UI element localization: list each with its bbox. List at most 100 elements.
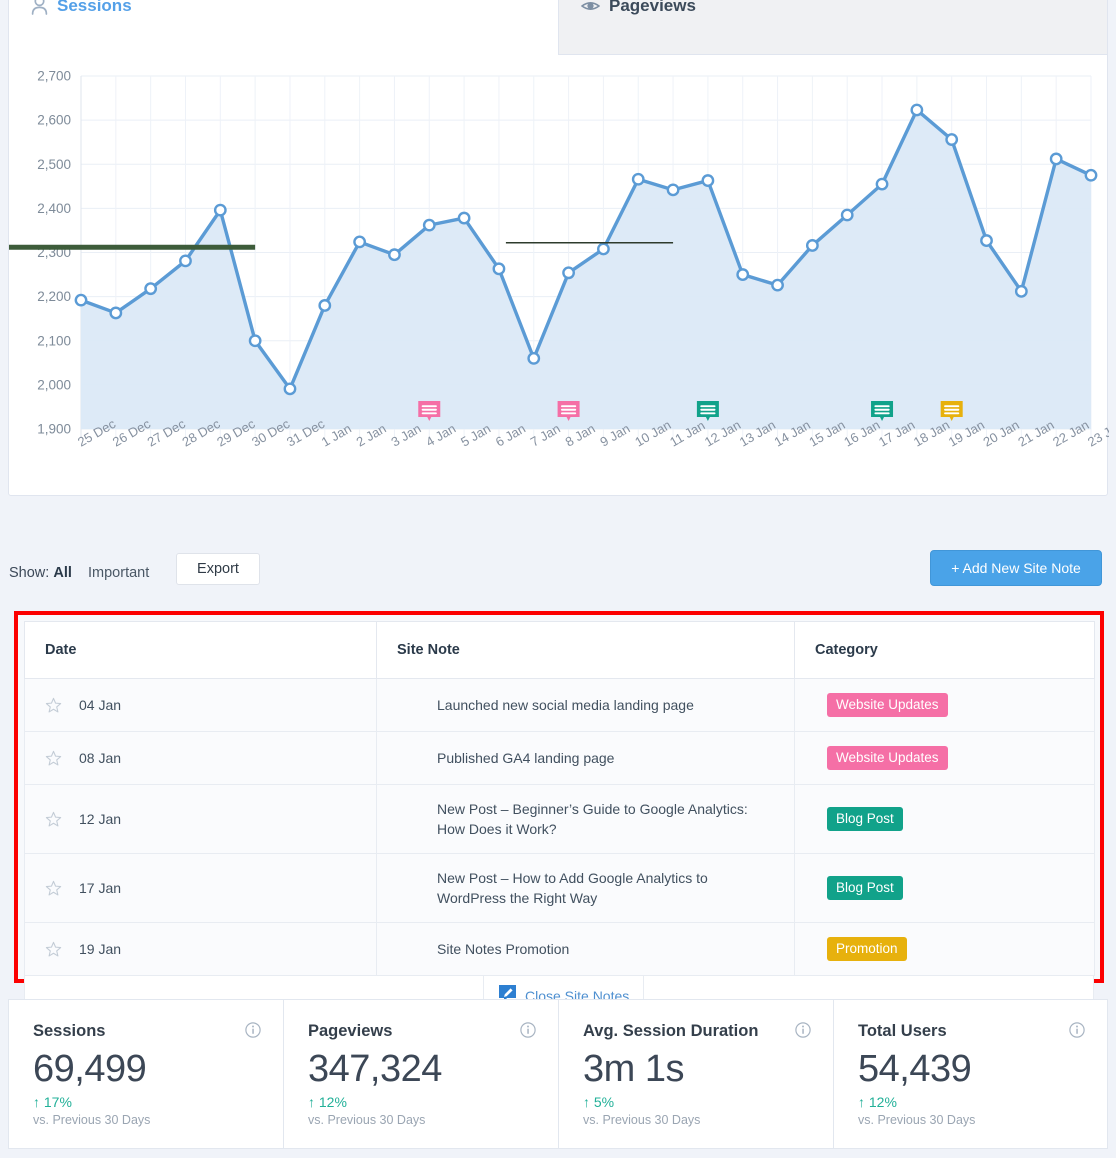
chart-data-point[interactable] — [842, 210, 852, 220]
cell-date: 04 Jan — [25, 679, 377, 732]
y-axis-tick: 2,000 — [37, 377, 71, 392]
site-notes-highlight-box: Date Site Note Category 04 JanLaunched n… — [14, 611, 1104, 983]
stat-delta: ↑ 5% — [583, 1094, 811, 1110]
chart-data-point[interactable] — [145, 283, 155, 293]
chart-data-point[interactable] — [111, 308, 121, 318]
stat-delta-value: 17% — [44, 1094, 72, 1110]
cell-category: Blog Post — [795, 854, 1095, 923]
y-axis-tick: 2,500 — [37, 157, 71, 172]
cell-site-note: New Post – Beginner’s Guide to Google An… — [377, 785, 795, 854]
cell-site-note: Published GA4 landing page — [377, 732, 795, 785]
show-filter-label: Show: All — [9, 565, 72, 581]
star-icon[interactable] — [45, 750, 62, 767]
chart-data-point[interactable] — [1051, 154, 1061, 164]
chart-data-point[interactable] — [285, 384, 295, 394]
stat-value: 347,324 — [308, 1047, 536, 1091]
chart-data-point[interactable] — [320, 300, 330, 310]
chart-svg: 1,9002,0002,1002,2002,3002,4002,5002,600… — [9, 56, 1109, 496]
chart-data-point[interactable] — [772, 280, 782, 290]
chart-data-point[interactable] — [180, 256, 190, 266]
show-all-option[interactable]: All — [53, 565, 72, 581]
chart-data-point[interactable] — [668, 185, 678, 195]
table-row[interactable]: 19 JanSite Notes PromotionPromotion — [25, 923, 1095, 976]
tab-pageviews-label: Pageviews — [609, 0, 696, 16]
info-icon[interactable] — [245, 1022, 261, 1043]
cell-site-note: New Post – How to Add Google Analytics t… — [377, 854, 795, 923]
chart-data-point[interactable] — [563, 268, 573, 278]
stat-delta-value: 12% — [869, 1094, 897, 1110]
chart-data-point[interactable] — [389, 250, 399, 260]
star-icon[interactable] — [45, 697, 62, 714]
chart-data-point[interactable] — [1016, 286, 1026, 296]
chart-data-point[interactable] — [946, 134, 956, 144]
stat-delta-value: 12% — [319, 1094, 347, 1110]
chart-data-point[interactable] — [738, 269, 748, 279]
arrow-up-icon: ↑ — [33, 1094, 40, 1110]
chart-data-point[interactable] — [1086, 170, 1096, 180]
show-prefix: Show: — [9, 565, 49, 581]
info-icon[interactable] — [795, 1022, 811, 1043]
chart-data-point[interactable] — [981, 235, 991, 245]
stat-comparison-label: vs. Previous 30 Days — [583, 1113, 811, 1127]
column-header-date[interactable]: Date — [25, 622, 377, 679]
category-badge[interactable]: Blog Post — [827, 876, 903, 900]
y-axis-tick: 2,600 — [37, 113, 71, 128]
star-icon[interactable] — [45, 880, 62, 897]
chart-data-point[interactable] — [76, 295, 86, 305]
stat-card: Total Users54,439↑ 12%vs. Previous 30 Da… — [833, 999, 1108, 1149]
chart-data-point[interactable] — [494, 264, 504, 274]
stat-comparison-label: vs. Previous 30 Days — [33, 1113, 261, 1127]
column-header-category[interactable]: Category — [795, 622, 1095, 679]
user-icon — [31, 0, 48, 15]
stat-value: 69,499 — [33, 1047, 261, 1091]
info-icon[interactable] — [520, 1022, 536, 1043]
category-badge[interactable]: Promotion — [827, 937, 907, 961]
arrow-up-icon: ↑ — [308, 1094, 315, 1110]
info-icon[interactable] — [1069, 1022, 1085, 1043]
arrow-up-icon: ↑ — [583, 1094, 590, 1110]
tab-sessions[interactable]: Sessions — [9, 0, 558, 55]
chart-data-point[interactable] — [354, 237, 364, 247]
chart-data-point[interactable] — [598, 244, 608, 254]
cell-category: Blog Post — [795, 785, 1095, 854]
chart-data-point[interactable] — [215, 205, 225, 215]
chart-data-point[interactable] — [912, 105, 922, 115]
add-new-site-note-button[interactable]: + Add New Site Note — [930, 550, 1102, 586]
chart-data-point[interactable] — [459, 213, 469, 223]
chart-data-point[interactable] — [807, 240, 817, 250]
stat-card: Pageviews347,324↑ 12%vs. Previous 30 Day… — [283, 999, 558, 1149]
category-badge[interactable]: Blog Post — [827, 807, 903, 831]
tab-pageviews[interactable]: Pageviews — [558, 0, 1107, 55]
chart-data-point[interactable] — [877, 179, 887, 189]
chart-tabs: Sessions Pageviews — [9, 0, 1107, 55]
tab-sessions-label: Sessions — [57, 0, 132, 16]
chart-data-point[interactable] — [703, 175, 713, 185]
stat-title: Total Users — [858, 1022, 1085, 1041]
note-date: 12 Jan — [79, 811, 121, 827]
table-row[interactable]: 12 Jan New Post – Beginner’s Guide to Goo… — [25, 785, 1095, 854]
note-date: 19 Jan — [79, 941, 121, 957]
star-icon[interactable] — [45, 941, 62, 958]
stat-card: Avg. Session Duration3m 1s↑ 5%vs. Previo… — [558, 999, 833, 1149]
stat-delta: ↑ 12% — [858, 1094, 1085, 1110]
chart-data-point[interactable] — [529, 353, 539, 363]
cell-date: 12 Jan — [25, 785, 377, 854]
eye-icon — [581, 0, 600, 13]
table-row[interactable]: 04 JanLaunched new social media landing … — [25, 679, 1095, 732]
sessions-area-chart: 1,9002,0002,1002,2002,3002,4002,5002,600… — [9, 56, 1109, 496]
category-badge[interactable]: Website Updates — [827, 746, 948, 770]
table-row[interactable]: 17 JanNew Post – How to Add Google Analy… — [25, 854, 1095, 923]
stat-title: Pageviews — [308, 1022, 536, 1041]
column-header-site-note[interactable]: Site Note — [377, 622, 795, 679]
chart-data-point[interactable] — [424, 220, 434, 230]
show-important-option[interactable]: Important — [88, 565, 149, 581]
star-icon[interactable] — [45, 811, 62, 828]
chart-data-point[interactable] — [250, 336, 260, 346]
site-notes-table: Date Site Note Category 04 JanLaunched n… — [24, 621, 1095, 976]
export-button[interactable]: Export — [176, 553, 260, 585]
category-badge[interactable]: Website Updates — [827, 693, 948, 717]
chart-data-point[interactable] — [633, 174, 643, 184]
cell-date: 17 Jan — [25, 854, 377, 923]
table-row[interactable]: 08 JanPublished GA4 landing pageWebsite … — [25, 732, 1095, 785]
table-header-row: Date Site Note Category — [25, 622, 1095, 679]
